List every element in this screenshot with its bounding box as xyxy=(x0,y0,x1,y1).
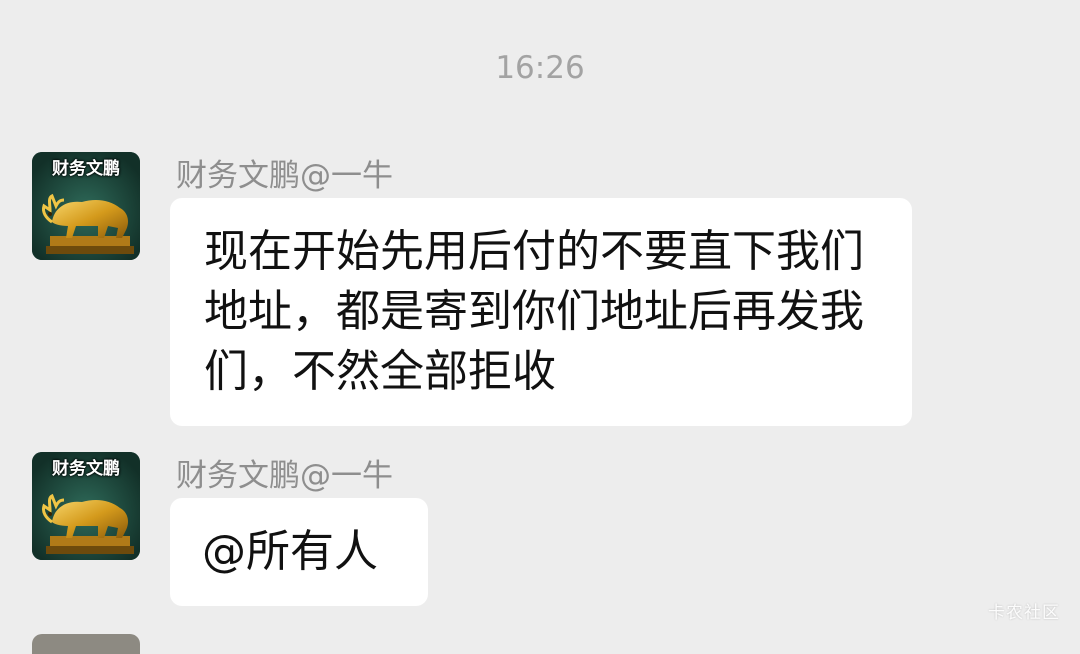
chat-timestamp: 16:26 xyxy=(495,50,585,86)
sender-name: 财务文鹏@一牛 xyxy=(176,458,393,494)
message-bubble[interactable]: @所有人 xyxy=(170,498,428,606)
sender-name: 财务文鹏@一牛 xyxy=(176,158,393,194)
watermark: 卡农社区 xyxy=(988,603,1060,623)
next-message-avatar[interactable] xyxy=(32,634,140,654)
golden-bull-avatar-icon[interactable]: 财务文鹏 xyxy=(32,152,140,260)
message-bubble[interactable]: 现在开始先用后付的不要直下我们地址，都是寄到你们地址后再发我们，不然全部拒收 xyxy=(170,198,912,426)
avatar-caption: 财务文鹏 xyxy=(52,159,120,179)
avatar-caption: 财务文鹏 xyxy=(52,459,120,479)
golden-bull-avatar-icon[interactable]: 财务文鹏 xyxy=(32,452,140,560)
